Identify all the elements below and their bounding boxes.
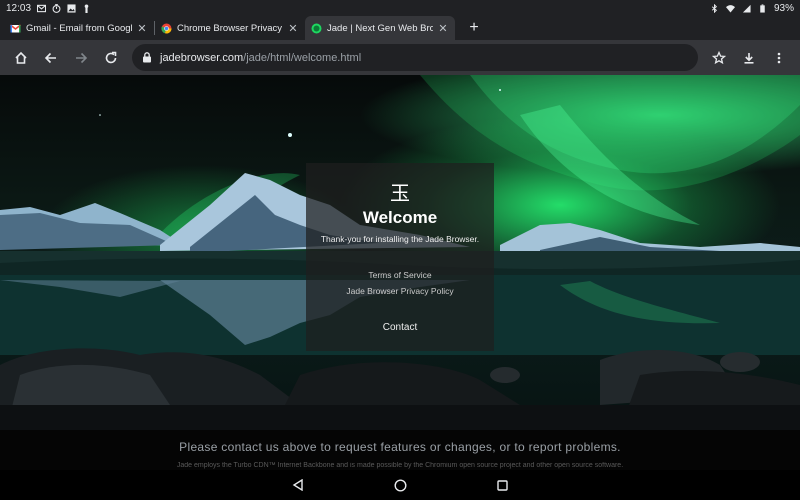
close-icon[interactable]: ✕ <box>437 22 449 35</box>
footer-message: Please contact us above to request featu… <box>179 440 621 454</box>
address-bar[interactable]: jadebrowser.com/jade/html/welcome.html <box>132 44 698 71</box>
gmail-notification-icon <box>37 4 47 12</box>
tab-title: Gmail - Email from Google <box>26 22 132 34</box>
home-circle-icon <box>393 478 407 492</box>
close-icon[interactable]: ✕ <box>287 22 299 35</box>
browser-toolbar: jadebrowser.com/jade/html/welcome.html <box>0 40 800 75</box>
lock-icon[interactable] <box>142 52 152 63</box>
tab-strip: Gmail - Email from Google ✕ Chrome Brows… <box>0 16 800 40</box>
nav-back-button[interactable] <box>288 475 308 495</box>
url-path: /jade/html/welcome.html <box>243 51 362 64</box>
download-icon <box>744 52 754 64</box>
status-bar: 12:03 93% <box>0 0 800 16</box>
download-button[interactable] <box>734 43 764 73</box>
bluetooth-icon <box>711 3 718 13</box>
battery-percent: 93% <box>773 2 794 14</box>
gmail-icon <box>10 23 21 32</box>
jade-logo: 玉 <box>390 181 410 205</box>
forward-button[interactable] <box>66 43 96 73</box>
contact-link[interactable]: Contact <box>306 322 494 333</box>
nav-home-button[interactable] <box>390 475 410 495</box>
nav-recents-button[interactable] <box>492 475 512 495</box>
back-arrow-icon <box>44 52 56 63</box>
new-tab-button[interactable]: + <box>463 16 485 40</box>
welcome-card: 玉 Welcome Thank-you for installing the J… <box>306 163 494 351</box>
more-vert-icon <box>777 52 781 63</box>
close-icon[interactable]: ✕ <box>136 22 148 35</box>
home-button[interactable] <box>6 43 36 73</box>
forward-arrow-icon <box>76 52 88 63</box>
welcome-subtitle: Thank-you for installing the Jade Browse… <box>320 234 480 244</box>
jade-icon <box>311 23 322 33</box>
lock-notification-icon <box>84 3 89 13</box>
web-page: 玉 Welcome Thank-you for installing the J… <box>0 75 800 430</box>
system-navigation-bar <box>0 470 800 500</box>
chrome-icon <box>161 23 172 34</box>
timer-icon <box>52 3 61 13</box>
tab-title: Jade | Next Gen Web Browser <box>327 22 433 34</box>
reload-icon <box>105 51 117 63</box>
privacy-policy-link[interactable]: Jade Browser Privacy Policy <box>306 286 494 296</box>
wifi-icon <box>725 4 735 13</box>
footer-credits: Jade employs the Turbo CDN™ Internet Bac… <box>176 462 624 469</box>
url-domain: jadebrowser.com <box>160 51 244 64</box>
page-footer: Please contact us above to request featu… <box>0 430 800 470</box>
status-time: 12:03 <box>6 2 32 14</box>
image-icon <box>67 3 76 13</box>
battery-icon <box>760 3 765 13</box>
tab-title: Chrome Browser Privacy Poli <box>177 22 283 34</box>
reload-button[interactable] <box>96 43 126 73</box>
tab-chrome-privacy[interactable]: Chrome Browser Privacy Poli ✕ <box>155 16 305 40</box>
recents-square-icon <box>496 479 508 491</box>
back-triangle-icon <box>292 479 303 491</box>
menu-button[interactable] <box>764 43 794 73</box>
tab-jade[interactable]: Jade | Next Gen Web Browser ✕ <box>305 16 455 40</box>
home-icon <box>15 51 27 64</box>
welcome-title: Welcome <box>362 208 438 227</box>
tab-gmail[interactable]: Gmail - Email from Google ✕ <box>4 16 154 40</box>
bookmark-button[interactable] <box>704 43 734 73</box>
signal-icon <box>742 4 751 13</box>
back-button[interactable] <box>36 43 66 73</box>
star-icon <box>712 50 726 64</box>
terms-of-service-link[interactable]: Terms of Service <box>306 270 494 280</box>
